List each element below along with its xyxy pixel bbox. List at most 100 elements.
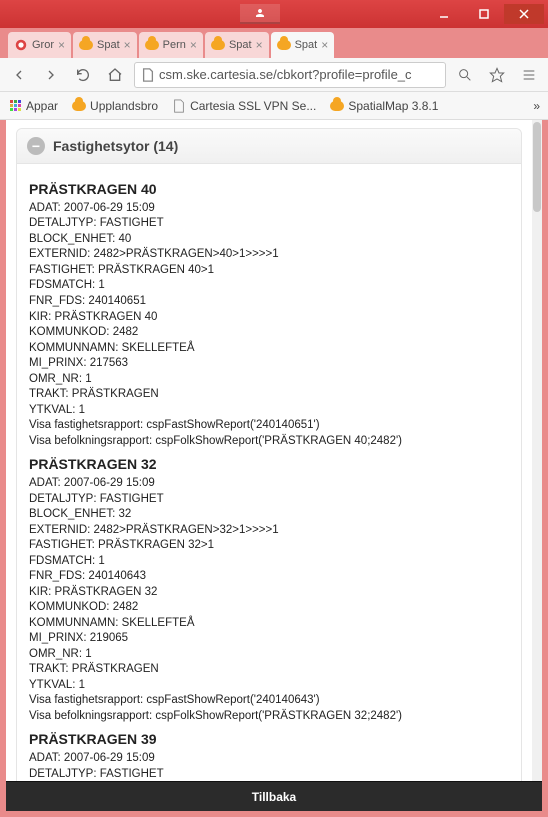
record-row: OMR_NR: 1 [29, 647, 509, 663]
tab-close-icon[interactable]: × [190, 38, 197, 52]
tab-label: Spat [97, 39, 120, 51]
browser-tab[interactable]: Spat × [205, 32, 269, 58]
favicon-icon [79, 38, 93, 52]
record-row: FNR_FDS: 240140643 [29, 569, 509, 585]
bookmark-item[interactable]: SpatialMap 3.8.1 [330, 99, 438, 113]
tab-label: Spat [295, 39, 318, 51]
record: PRÄSTKRAGEN 40 ADAT: 2007-06-29 15:09DETA… [29, 180, 509, 449]
bookmark-label: Cartesia SSL VPN Se... [190, 99, 316, 113]
menu-button[interactable] [516, 62, 542, 88]
window-titlebar [0, 0, 548, 28]
tab-close-icon[interactable]: × [58, 38, 65, 52]
tab-close-icon[interactable]: × [124, 38, 131, 52]
record-title: PRÄSTKRAGEN 40 [29, 180, 509, 199]
tab-close-icon[interactable]: × [256, 38, 263, 52]
favicon-icon [211, 38, 225, 52]
page-icon [172, 99, 186, 113]
home-button[interactable] [102, 62, 128, 88]
record-row: KOMMUNNAMN: SKELLEFTEÅ [29, 341, 509, 357]
back-label: Tillbaka [252, 790, 296, 804]
record-row: BLOCK_ENHET: 32 [29, 507, 509, 523]
record-row: KOMMUNKOD: 2482 [29, 600, 509, 616]
record-title: PRÄSTKRAGEN 39 [29, 730, 509, 749]
bookmarks-bar: Appar Upplandsbro Cartesia SSL VPN Se...… [0, 92, 548, 120]
record-row: ADAT: 2007-06-29 15:09 [29, 751, 509, 767]
zoom-button[interactable] [452, 62, 478, 88]
panel-title: Fastighetsytor (14) [53, 138, 178, 154]
record-row: DETALJTYP: FASTIGHET [29, 216, 509, 232]
record-row: DETALJTYP: FASTIGHET [29, 767, 509, 783]
browser-tab[interactable]: Pern × [139, 32, 203, 58]
page-icon [141, 68, 155, 82]
record-row: Visa befolkningsrapport: cspFolkShowRepo… [29, 434, 509, 450]
bookmark-apps[interactable]: Appar [8, 99, 58, 113]
record-row: Visa fastighetsrapport: cspFastShowRepor… [29, 418, 509, 434]
record-row: KIR: PRÄSTKRAGEN 40 [29, 310, 509, 326]
bookmark-item[interactable]: Cartesia SSL VPN Se... [172, 99, 316, 113]
apps-icon [8, 99, 22, 113]
favicon-icon [14, 38, 28, 52]
record-row: FASTIGHET: PRÄSTKRAGEN 40>1 [29, 263, 509, 279]
record-row: ADAT: 2007-06-29 15:09 [29, 201, 509, 217]
favicon-icon [145, 38, 159, 52]
favicon-icon [277, 38, 291, 52]
bookmark-label: SpatialMap 3.8.1 [348, 99, 438, 113]
scrollbar-thumb[interactable] [533, 122, 541, 212]
record-row: TRAKT: PRÄSTKRAGEN [29, 387, 509, 403]
bookmarks-overflow[interactable]: » [533, 99, 540, 113]
panel-header[interactable]: − Fastighetsytor (14) [17, 129, 521, 164]
back-footer-button[interactable]: Tillbaka [6, 781, 542, 811]
record-row: ADAT: 2007-06-29 15:09 [29, 476, 509, 492]
record-row: FDSMATCH: 1 [29, 278, 509, 294]
tab-close-icon[interactable]: × [321, 38, 328, 52]
browser-toolbar: csm.ske.cartesia.se/cbkort?profile=profi… [0, 58, 548, 92]
page-viewport: − Fastighetsytor (14) PRÄSTKRAGEN 40 ADAT… [6, 120, 542, 811]
browser-tab[interactable]: Gror × [8, 32, 71, 58]
record-row: KOMMUNNAMN: SKELLEFTEÅ [29, 616, 509, 632]
record-row: Visa befolkningsrapport: cspFolkShowRepo… [29, 709, 509, 725]
record-row: YTKVAL: 1 [29, 403, 509, 419]
bookmark-star-button[interactable] [484, 62, 510, 88]
maximize-button[interactable] [464, 4, 504, 24]
record-row: TRAKT: PRÄSTKRAGEN [29, 662, 509, 678]
tab-strip: Gror × Spat × Pern × Spat × Spat × [0, 28, 548, 58]
browser-tab-active[interactable]: Spat × [271, 32, 335, 58]
record-row: FASTIGHET: PRÄSTKRAGEN 32>1 [29, 538, 509, 554]
results-panel: − Fastighetsytor (14) PRÄSTKRAGEN 40 ADAT… [16, 128, 522, 811]
record-row: BLOCK_ENHET: 40 [29, 232, 509, 248]
scrollbar[interactable] [532, 120, 542, 811]
bookmark-item[interactable]: Upplandsbro [72, 99, 158, 113]
minimize-button[interactable] [424, 4, 464, 24]
bookmark-label: Upplandsbro [90, 99, 158, 113]
browser-tab[interactable]: Spat × [73, 32, 137, 58]
cloud-icon [330, 99, 344, 113]
record-row: MI_PRINX: 219065 [29, 631, 509, 647]
record-row: KIR: PRÄSTKRAGEN 32 [29, 585, 509, 601]
bookmark-label: Appar [26, 99, 58, 113]
back-button[interactable] [6, 62, 32, 88]
record-row: OMR_NR: 1 [29, 372, 509, 388]
record-row: MI_PRINX: 217563 [29, 356, 509, 372]
record-row: DETALJTYP: FASTIGHET [29, 492, 509, 508]
tab-label: Pern [163, 39, 186, 51]
record-row: EXTERNID: 2482>PRÄSTKRAGEN>40>1>>>>1 [29, 247, 509, 263]
tab-label: Spat [229, 39, 252, 51]
panel-body: PRÄSTKRAGEN 40ADAT: 2007-06-29 15:09DETA… [17, 164, 521, 811]
record-row: EXTERNID: 2482>PRÄSTKRAGEN>32>1>>>>1 [29, 523, 509, 539]
chrome-user-button[interactable] [240, 4, 280, 24]
address-bar[interactable]: csm.ske.cartesia.se/cbkort?profile=profi… [134, 62, 446, 88]
record-row: YTKVAL: 1 [29, 678, 509, 694]
record-row: Visa fastighetsrapport: cspFastShowRepor… [29, 693, 509, 709]
forward-button[interactable] [38, 62, 64, 88]
url-text: csm.ske.cartesia.se/cbkort?profile=profi… [159, 67, 412, 82]
record-row: FDSMATCH: 1 [29, 554, 509, 570]
record-row: KOMMUNKOD: 2482 [29, 325, 509, 341]
record: PRÄSTKRAGEN 32ADAT: 2007-06-29 15:09DETA… [29, 455, 509, 724]
reload-button[interactable] [70, 62, 96, 88]
tab-label: Gror [32, 39, 54, 51]
collapse-icon[interactable]: − [27, 137, 45, 155]
cloud-icon [72, 99, 86, 113]
chevron-right-icon: » [533, 99, 540, 113]
record-row: FNR_FDS: 240140651 [29, 294, 509, 310]
close-button[interactable] [504, 4, 544, 24]
